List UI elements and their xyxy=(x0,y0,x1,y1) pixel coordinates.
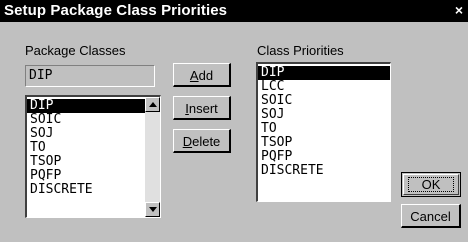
triangle-down-icon xyxy=(149,207,157,212)
insert-button[interactable]: Insert xyxy=(173,96,231,120)
close-icon[interactable]: × xyxy=(452,3,466,17)
package-classes-items: DIP SOIC SOJ TO TSOP PQFP DISCRETE xyxy=(27,99,145,197)
class-priorities-items: DIP LCC SOIC SOJ TO TSOP PQFP DISCRETE xyxy=(258,66,390,178)
package-class-value: DIP xyxy=(29,68,53,83)
scroll-up-button[interactable] xyxy=(145,97,160,112)
list-item[interactable]: DIP xyxy=(258,66,390,80)
window-title: Setup Package Class Priorities xyxy=(4,2,228,19)
list-item[interactable]: DIP xyxy=(27,99,145,113)
cancel-button[interactable]: Cancel xyxy=(401,204,461,228)
package-classes-listbox[interactable]: DIP SOIC SOJ TO TSOP PQFP DISCRETE xyxy=(25,95,161,218)
title-bar[interactable]: Setup Package Class Priorities × xyxy=(0,0,468,22)
cancel-button-label: Cancel xyxy=(410,209,451,224)
triangle-up-icon xyxy=(149,102,157,107)
add-button-label: Add xyxy=(189,68,214,83)
class-priorities-listbox[interactable]: DIP LCC SOIC SOJ TO TSOP PQFP DISCRETE xyxy=(256,62,391,202)
list-item[interactable]: SOIC xyxy=(27,113,145,127)
list-item[interactable]: SOIC xyxy=(258,94,390,108)
ok-button[interactable]: OK xyxy=(401,172,461,197)
add-button[interactable]: Add xyxy=(173,63,231,87)
package-classes-label: Package Classes xyxy=(25,43,126,58)
insert-button-label: Insert xyxy=(185,101,218,116)
scroll-down-button[interactable] xyxy=(145,202,160,217)
list-item[interactable]: PQFP xyxy=(27,169,145,183)
ok-button-label: OK xyxy=(421,177,441,192)
package-class-value-field[interactable]: DIP xyxy=(25,65,155,87)
package-classes-scrollbar[interactable] xyxy=(145,97,160,217)
list-item[interactable]: TO xyxy=(27,141,145,155)
delete-button-label: Delete xyxy=(182,134,221,149)
list-item[interactable]: SOJ xyxy=(258,108,390,122)
list-item[interactable]: TSOP xyxy=(27,155,145,169)
list-item[interactable]: PQFP xyxy=(258,150,390,164)
list-item[interactable]: DISCRETE xyxy=(27,183,145,197)
setup-package-class-priorities-dialog: Setup Package Class Priorities × Package… xyxy=(0,0,468,242)
class-priorities-label: Class Priorities xyxy=(257,43,344,58)
list-item[interactable]: TO xyxy=(258,122,390,136)
list-item[interactable]: SOJ xyxy=(27,127,145,141)
list-item[interactable]: DISCRETE xyxy=(258,164,390,178)
list-item[interactable]: LCC xyxy=(258,80,390,94)
delete-button[interactable]: Delete xyxy=(173,129,231,153)
list-item[interactable]: TSOP xyxy=(258,136,390,150)
